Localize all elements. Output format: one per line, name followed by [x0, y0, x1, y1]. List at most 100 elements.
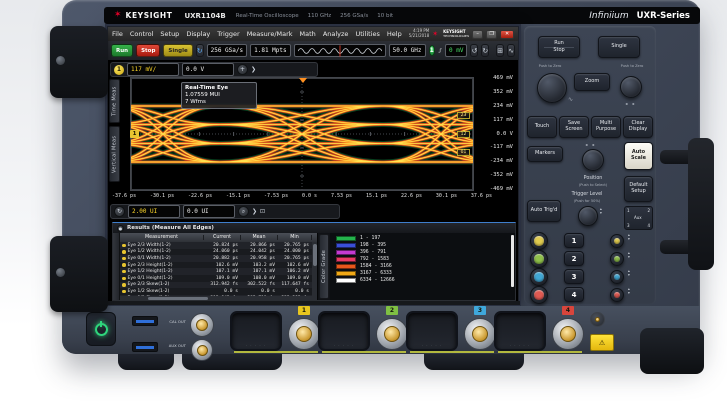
memory-depth-field[interactable]: 1.81 Mpts — [250, 44, 291, 57]
run-stop-key[interactable]: Run Stop — [538, 36, 580, 58]
menu-item[interactable]: File — [112, 30, 123, 38]
table-row[interactable]: Eye 1/2 Height(1-2) 107.1 mV 107.1 mV 10… — [120, 268, 317, 275]
tab-vertical-meas[interactable]: Vertical Meas — [109, 126, 120, 182]
color-grade-entry[interactable]: 1 - 197 — [334, 235, 511, 242]
results-drag-grip[interactable] — [113, 233, 120, 300]
waveform-settings-icon[interactable]: ∿ — [507, 44, 515, 57]
undo-icon[interactable]: ↺ — [470, 44, 478, 57]
ground-reference-marker[interactable]: 1 — [130, 130, 139, 138]
touch-key[interactable]: Touch — [527, 116, 557, 138]
menu-item[interactable]: Setup — [160, 30, 179, 38]
menu-item[interactable]: Analyze — [323, 30, 349, 38]
channel-offset-field[interactable]: 0.0 V — [182, 63, 234, 76]
menu-item[interactable]: Measure/Mark — [247, 30, 293, 38]
acquisition-preview[interactable] — [294, 44, 386, 57]
multi-purpose-key[interactable]: Multi Purpose — [591, 116, 621, 138]
collapse-icon[interactable]: ● — [117, 225, 124, 232]
bandwidth-field[interactable]: 50.0 GHz — [389, 44, 426, 57]
legend-scrollbar[interactable] — [511, 235, 514, 287]
waveform-display[interactable]: 1 Real-Time Eye 1.07559 MUI 7 Wfms 23 12… — [130, 77, 474, 191]
table-row[interactable]: Eye 1/2 Width(1-2) 24.060 ps 24.042 ps 2… — [120, 249, 317, 256]
trigger-level-knob[interactable] — [578, 206, 598, 226]
hposition-field[interactable]: 0.0 UI — [183, 205, 235, 218]
channel-1-badge[interactable]: 1 — [114, 65, 124, 75]
channel-on-off-key[interactable]: 4 — [564, 287, 584, 302]
menu-item[interactable]: Math — [300, 30, 316, 38]
single-key[interactable]: Single — [598, 36, 640, 58]
window-icon[interactable]: ⊡ — [260, 208, 265, 215]
channel-on-off-key[interactable]: 1 — [564, 233, 584, 248]
trigger-level-field[interactable]: 0 mV — [445, 44, 467, 57]
minimize-button[interactable]: – — [472, 30, 483, 39]
color-grade-entry[interactable]: 792 - 1583 — [334, 256, 511, 263]
menu-item[interactable]: Trigger — [217, 30, 239, 38]
color-grade-entry[interactable]: 6334 - 12666 — [334, 277, 511, 284]
expand-icon[interactable]: ❯ — [251, 66, 256, 73]
trigger-time-marker[interactable] — [299, 78, 307, 83]
zoom-mode-icon[interactable]: ⌕ — [238, 206, 249, 217]
table-vertical-scrollbar[interactable] — [312, 242, 317, 296]
sample-rate-field[interactable]: 256 GSa/s — [207, 44, 248, 57]
refresh-icon[interactable]: ↻ — [196, 44, 204, 57]
results-header[interactable]: ● Results (Measure All Edges) — [113, 223, 515, 233]
trigger-source-badge[interactable]: 1 — [429, 45, 435, 56]
menu-item[interactable]: Utilities — [355, 30, 379, 38]
channel-offset-knob[interactable] — [610, 288, 624, 302]
table-row[interactable]: Eye 0/1 Width(1-2) 20.882 ps 20.958 ps 2… — [120, 255, 317, 262]
channel-scale-knob[interactable] — [530, 286, 548, 304]
default-setup-key[interactable]: Default Setup — [624, 176, 653, 202]
color-grade-entry[interactable]: 3167 - 6333 — [334, 270, 511, 277]
tab-color-grade[interactable]: Color Grade — [319, 234, 329, 299]
expand-icon[interactable]: ❯ — [252, 208, 257, 215]
stop-button[interactable]: Stop — [136, 44, 160, 57]
channel-on-off-key[interactable]: 3 — [564, 269, 584, 284]
horizontal-scale-knob[interactable] — [537, 73, 567, 103]
markers-key[interactable]: Markers — [527, 146, 563, 162]
menu-item[interactable]: Help — [387, 30, 402, 38]
redo-icon[interactable]: ↻ — [481, 44, 489, 57]
power-button[interactable] — [86, 312, 116, 346]
channel-scale-knob[interactable] — [530, 232, 548, 250]
channel-offset-knob[interactable] — [610, 252, 624, 266]
channel-scale-field[interactable]: 117 mV/ — [127, 63, 179, 76]
restore-button[interactable]: ❐ — [486, 30, 497, 39]
auto-trigd-key[interactable]: Auto Trig'd — [527, 200, 561, 222]
aux-selector[interactable]: 1 2 3 4 Aux — [624, 206, 653, 230]
run-button[interactable]: Run — [111, 44, 133, 57]
column-header[interactable]: Current — [204, 235, 241, 240]
usb-port[interactable] — [132, 342, 158, 352]
tab-time-meas[interactable]: Time Meas — [109, 79, 120, 123]
channel-scale-knob[interactable] — [530, 268, 548, 286]
column-header[interactable]: Min — [278, 235, 312, 240]
color-grade-entry[interactable]: 1584 - 3166 — [334, 263, 511, 270]
grid-settings-icon[interactable]: ⊞ — [496, 44, 504, 57]
channel-offset-knob[interactable] — [610, 234, 624, 248]
hscale-field[interactable]: 2.00 UI — [128, 205, 180, 218]
auto-scale-key[interactable]: Auto Scale — [624, 142, 653, 170]
column-header[interactable]: Measurement — [120, 235, 204, 240]
channel-on-off-key[interactable]: 2 — [564, 251, 584, 266]
color-grade-entry[interactable]: 198 - 395 — [334, 242, 511, 249]
table-horizontal-scrollbar[interactable] — [120, 296, 317, 300]
save-screen-key[interactable]: Save Screen — [559, 116, 589, 138]
color-grade-entry[interactable]: 396 - 791 — [334, 249, 511, 256]
menu-item[interactable]: Control — [130, 30, 154, 38]
markers-knob[interactable] — [582, 149, 604, 171]
single-button[interactable]: Single — [163, 44, 192, 57]
table-row[interactable]: Eye 2/3 Width(1-2) 20.824 ps 20.866 ps 2… — [120, 242, 317, 249]
channel-scale-knob[interactable] — [530, 250, 548, 268]
add-icon[interactable]: + — [237, 64, 248, 75]
table-row[interactable]: Eye 2/3 Skew(1-2) 312.942 fs 302.522 fs … — [120, 282, 317, 289]
zoom-key[interactable]: Zoom — [574, 73, 610, 91]
pan-icon[interactable]: ↻ — [114, 206, 125, 217]
clear-display-key[interactable]: Clear Display — [623, 116, 653, 138]
column-header[interactable]: Mean — [241, 235, 278, 240]
close-button[interactable]: ✕ — [500, 30, 514, 39]
table-row[interactable]: Eye 0/1 Height(1-2) 109.0 mV 108.0 mV 10… — [120, 275, 317, 282]
channel-offset-knob[interactable] — [610, 270, 624, 284]
menu-item[interactable]: Display — [186, 30, 210, 38]
table-row[interactable]: Eye 2/3 Height(1-2) 102.6 mV 103.2 mV 10… — [120, 262, 317, 269]
table-row[interactable]: Eye 1/2 Skew(1-2) 0.0 s 0.0 s 0.0 s — [120, 288, 317, 295]
usb-port[interactable] — [132, 316, 158, 326]
horizontal-position-knob[interactable] — [620, 76, 642, 98]
